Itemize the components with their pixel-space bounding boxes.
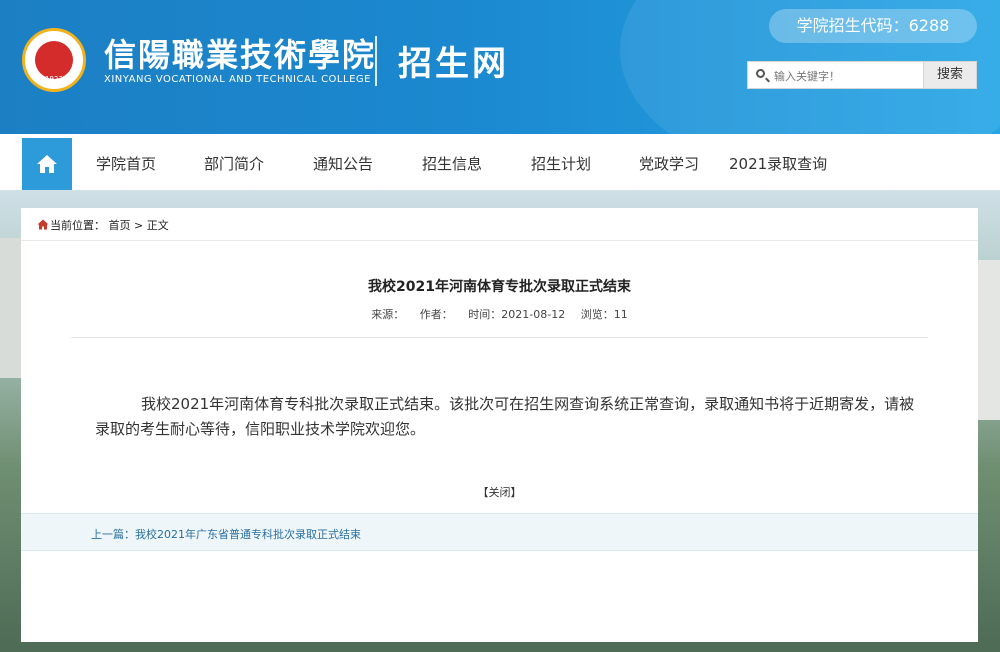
article-title: 我校2021年河南体育专批次录取正式结束 xyxy=(368,279,631,295)
nav-item-notices[interactable]: 通知公告 xyxy=(313,138,373,190)
nav-item-party-study[interactable]: 党政学习 xyxy=(639,138,699,190)
nav-item-admission-query[interactable]: 2021录取查询 xyxy=(729,138,827,190)
college-logo[interactable]: 1923 xyxy=(22,28,86,92)
admission-code-badge: 学院招生代码：6288 xyxy=(769,9,977,43)
article-time: 时间：2021-08-12 xyxy=(468,308,566,321)
site-name: 招生网 xyxy=(398,44,509,84)
breadcrumb-prefix: 当前位置： xyxy=(50,219,105,232)
nav-item-home[interactable]: 学院首页 xyxy=(96,138,156,190)
logo-emblem xyxy=(35,41,73,79)
home-icon xyxy=(37,155,57,173)
meta-divider xyxy=(71,337,928,338)
search-icon xyxy=(756,69,765,78)
article-views: 浏览：11 xyxy=(580,308,628,321)
article-author: 作者： xyxy=(419,308,453,321)
breadcrumb-separator: > xyxy=(134,219,144,232)
main-nav: 学院首页 部门简介 通知公告 招生信息 招生计划 党政学习 2021录取查询 xyxy=(0,134,1000,190)
article-meta: 来源： 作者： 时间：2021-08-12 浏览：11 xyxy=(21,306,978,322)
search-box: 搜索 xyxy=(747,61,977,89)
logo-year: 1923 xyxy=(45,75,63,83)
breadcrumb-divider xyxy=(21,240,978,241)
header-divider xyxy=(375,36,377,86)
prev-article-link[interactable]: 上一篇：我校2021年广东省普通专科批次录取正式结束 xyxy=(91,526,361,542)
search-input[interactable] xyxy=(772,64,926,88)
article-source: 来源： xyxy=(371,308,405,321)
article-body: 我校2021年河南体育专科批次录取正式结束。该批次可在招生网查询系统正常查询，录… xyxy=(95,395,915,438)
background-building-right xyxy=(978,260,1000,420)
breadcrumb: 当前位置： 首页 > 正文 xyxy=(37,217,169,233)
search-button[interactable]: 搜索 xyxy=(923,62,976,88)
school-name-cn: 信陽職業技術學院 xyxy=(104,36,377,74)
nav-item-departments[interactable]: 部门简介 xyxy=(204,138,264,190)
breadcrumb-home-link[interactable]: 首页 xyxy=(109,219,131,232)
nav-item-admission-info[interactable]: 招生信息 xyxy=(422,138,482,190)
home-button[interactable] xyxy=(22,138,72,190)
breadcrumb-current: 正文 xyxy=(146,219,169,232)
site-header: 1923 信陽職業技術學院 XINYANG VOCATIONAL AND TEC… xyxy=(0,0,1000,134)
home-location-icon xyxy=(37,219,49,230)
background-building-left xyxy=(0,238,22,378)
article-card: 当前位置： 首页 > 正文 我校2021年河南体育专批次录取正式结束 来源： 作… xyxy=(21,208,978,642)
close-link[interactable]: 【关闭】 xyxy=(21,484,978,500)
prev-article-bar: 上一篇：我校2021年广东省普通专科批次录取正式结束 xyxy=(21,513,978,551)
school-name-en: XINYANG VOCATIONAL AND TECHNICAL COLLEGE xyxy=(104,74,371,85)
nav-item-admission-plan[interactable]: 招生计划 xyxy=(531,138,591,190)
